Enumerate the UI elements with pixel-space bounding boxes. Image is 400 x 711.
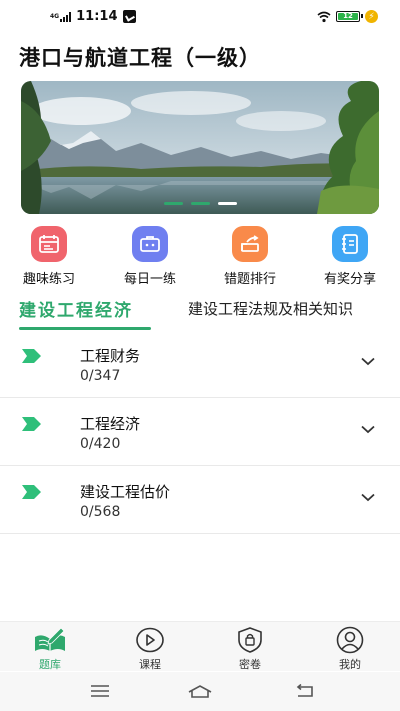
chapter-name: 工程财务 bbox=[80, 347, 141, 365]
calendar-icon bbox=[31, 226, 67, 262]
menu-icon[interactable] bbox=[90, 684, 110, 698]
chevron-down-icon[interactable] bbox=[361, 425, 375, 434]
banner-dot-active[interactable] bbox=[218, 202, 237, 205]
nav-courses[interactable]: 课程 bbox=[120, 626, 180, 672]
list-item[interactable]: 工程财务 0/347 bbox=[0, 330, 400, 398]
network-indicator: 4G bbox=[50, 11, 72, 22]
quick-action-fun-practice[interactable]: 趣味练习 bbox=[9, 226, 89, 287]
nav-secret-papers[interactable]: 密卷 bbox=[220, 626, 280, 672]
nav-label: 我的 bbox=[339, 658, 361, 671]
system-nav-bar bbox=[0, 672, 400, 711]
notebook-icon bbox=[332, 226, 368, 262]
chapter-list: 工程财务 0/347 工程经济 0/420 建设工程估价 0/568 bbox=[0, 330, 400, 534]
nav-label: 密卷 bbox=[239, 658, 261, 671]
page-title: 港口与航道工程（一级） bbox=[19, 46, 261, 70]
banner-dot[interactable] bbox=[191, 202, 210, 205]
charging-icon: ⚡ bbox=[365, 10, 378, 23]
chevron-down-icon[interactable] bbox=[361, 357, 375, 366]
chevron-down-icon[interactable] bbox=[361, 493, 375, 502]
quick-action-daily-practice[interactable]: 每日一练 bbox=[110, 226, 190, 287]
nav-profile[interactable]: 我的 bbox=[320, 626, 380, 672]
trend-icon bbox=[232, 226, 268, 262]
user-icon bbox=[333, 626, 367, 654]
quick-action-label: 每日一练 bbox=[123, 272, 176, 287]
quick-action-label: 有奖分享 bbox=[323, 272, 376, 287]
banner-dot[interactable] bbox=[164, 202, 183, 205]
banner-indicator bbox=[164, 202, 237, 205]
chapter-progress: 0/568 bbox=[80, 504, 121, 520]
banner-carousel[interactable] bbox=[21, 81, 379, 214]
subject-tabs: 建设工程经济 建设工程法规及相关知识 bbox=[0, 294, 400, 332]
quick-action-wrong-ranking[interactable]: 错题排行 bbox=[210, 226, 290, 287]
network-type: 4G bbox=[50, 13, 60, 20]
battery-icon: 12 bbox=[336, 11, 363, 22]
home-icon[interactable] bbox=[187, 684, 213, 698]
nav-label: 课程 bbox=[139, 658, 161, 671]
bottom-nav: 题库 课程 密卷 我的 bbox=[0, 621, 400, 671]
quick-action-reward-share[interactable]: 有奖分享 bbox=[310, 226, 390, 287]
quick-actions: 趣味练习 每日一练 错题排行 有奖分享 bbox=[0, 226, 400, 287]
back-icon[interactable] bbox=[295, 684, 315, 698]
briefcase-icon bbox=[132, 226, 168, 262]
chapter-name: 工程经济 bbox=[80, 415, 141, 433]
quick-action-label: 趣味练习 bbox=[22, 272, 75, 287]
book-icon bbox=[33, 626, 67, 654]
wifi-icon bbox=[317, 11, 331, 22]
chapter-flag-icon bbox=[22, 417, 41, 431]
list-item[interactable]: 建设工程估价 0/568 bbox=[0, 466, 400, 534]
chapter-progress: 0/420 bbox=[80, 436, 121, 452]
tab-construction-regulations[interactable]: 建设工程法规及相关知识 bbox=[188, 298, 353, 334]
telegram-icon bbox=[122, 10, 136, 23]
nav-label: 题库 bbox=[39, 658, 61, 671]
status-left: 4G 11:14 bbox=[50, 9, 136, 24]
play-icon bbox=[133, 626, 167, 654]
chapter-flag-icon bbox=[22, 485, 41, 499]
chapter-progress: 0/347 bbox=[80, 368, 121, 384]
list-item[interactable]: 工程经济 0/420 bbox=[0, 398, 400, 466]
status-time: 11:14 bbox=[76, 9, 118, 24]
status-bar: 4G 11:14 12 ⚡ bbox=[0, 0, 400, 36]
nav-question-bank[interactable]: 题库 bbox=[20, 626, 80, 672]
quick-action-label: 错题排行 bbox=[223, 272, 276, 287]
chapter-flag-icon bbox=[22, 349, 41, 363]
lock-shield-icon bbox=[233, 626, 267, 654]
banner-landscape-image bbox=[21, 81, 379, 214]
status-right: 12 ⚡ bbox=[317, 10, 378, 23]
chapter-name: 建设工程估价 bbox=[80, 483, 171, 501]
battery-level: 12 bbox=[343, 12, 353, 20]
signal-icon bbox=[60, 11, 72, 22]
